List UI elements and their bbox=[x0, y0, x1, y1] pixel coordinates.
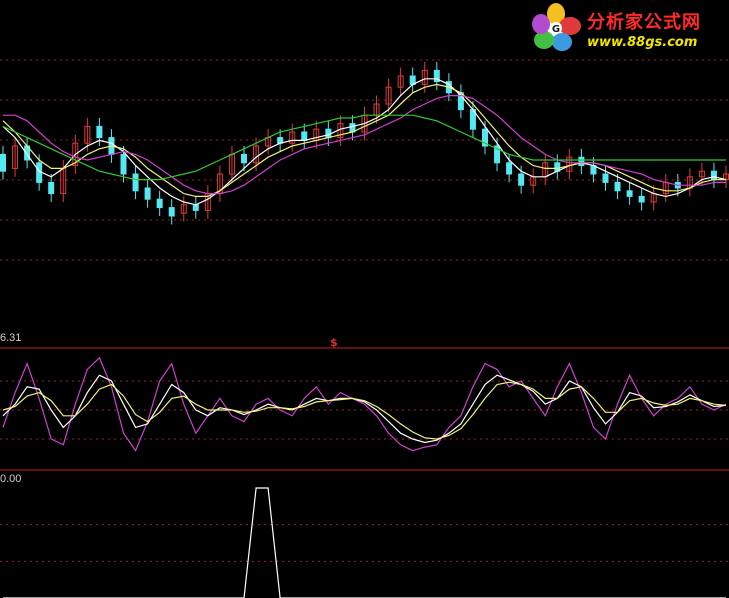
oscillator-top-value: 6.31 bbox=[0, 332, 22, 344]
candle-body bbox=[578, 156, 585, 167]
osc-line-yellow bbox=[2, 381, 727, 440]
signal-lines bbox=[3, 487, 726, 598]
candle-body bbox=[710, 170, 717, 181]
candle-body bbox=[144, 187, 151, 200]
candle-body bbox=[638, 195, 645, 203]
candle-body bbox=[48, 181, 55, 195]
candle-body bbox=[120, 153, 127, 175]
signal-line-white bbox=[3, 487, 726, 598]
logo-title[interactable]: 分析家公式网 bbox=[587, 8, 701, 34]
osc-line-magenta bbox=[2, 356, 727, 452]
stock-chart bbox=[0, 59, 729, 598]
candle-body bbox=[241, 153, 247, 164]
candle-body bbox=[192, 204, 199, 211]
candle-body bbox=[518, 173, 525, 186]
svg-text:G: G bbox=[552, 24, 560, 35]
candle-body bbox=[506, 162, 513, 175]
candle-body bbox=[301, 131, 308, 141]
candle-body bbox=[0, 153, 6, 172]
site-logo: G 分析家公式网 www.88gs.com bbox=[528, 2, 726, 54]
candle-body bbox=[602, 173, 609, 183]
candle-body bbox=[626, 190, 633, 197]
candle-body bbox=[156, 198, 163, 209]
candle-body bbox=[614, 181, 621, 192]
candle-body bbox=[168, 207, 175, 217]
signal-panel-gridlines bbox=[0, 524, 729, 562]
pinwheel-logo-icon: G bbox=[532, 3, 581, 51]
candle-body bbox=[96, 125, 103, 139]
logo-url-link[interactable]: www.88gs.com bbox=[587, 35, 697, 50]
dollar-marker: $ bbox=[330, 336, 338, 349]
oscillator-lines bbox=[2, 356, 727, 452]
signal-top-value: 0.00 bbox=[0, 473, 22, 485]
candle-body bbox=[132, 173, 139, 192]
